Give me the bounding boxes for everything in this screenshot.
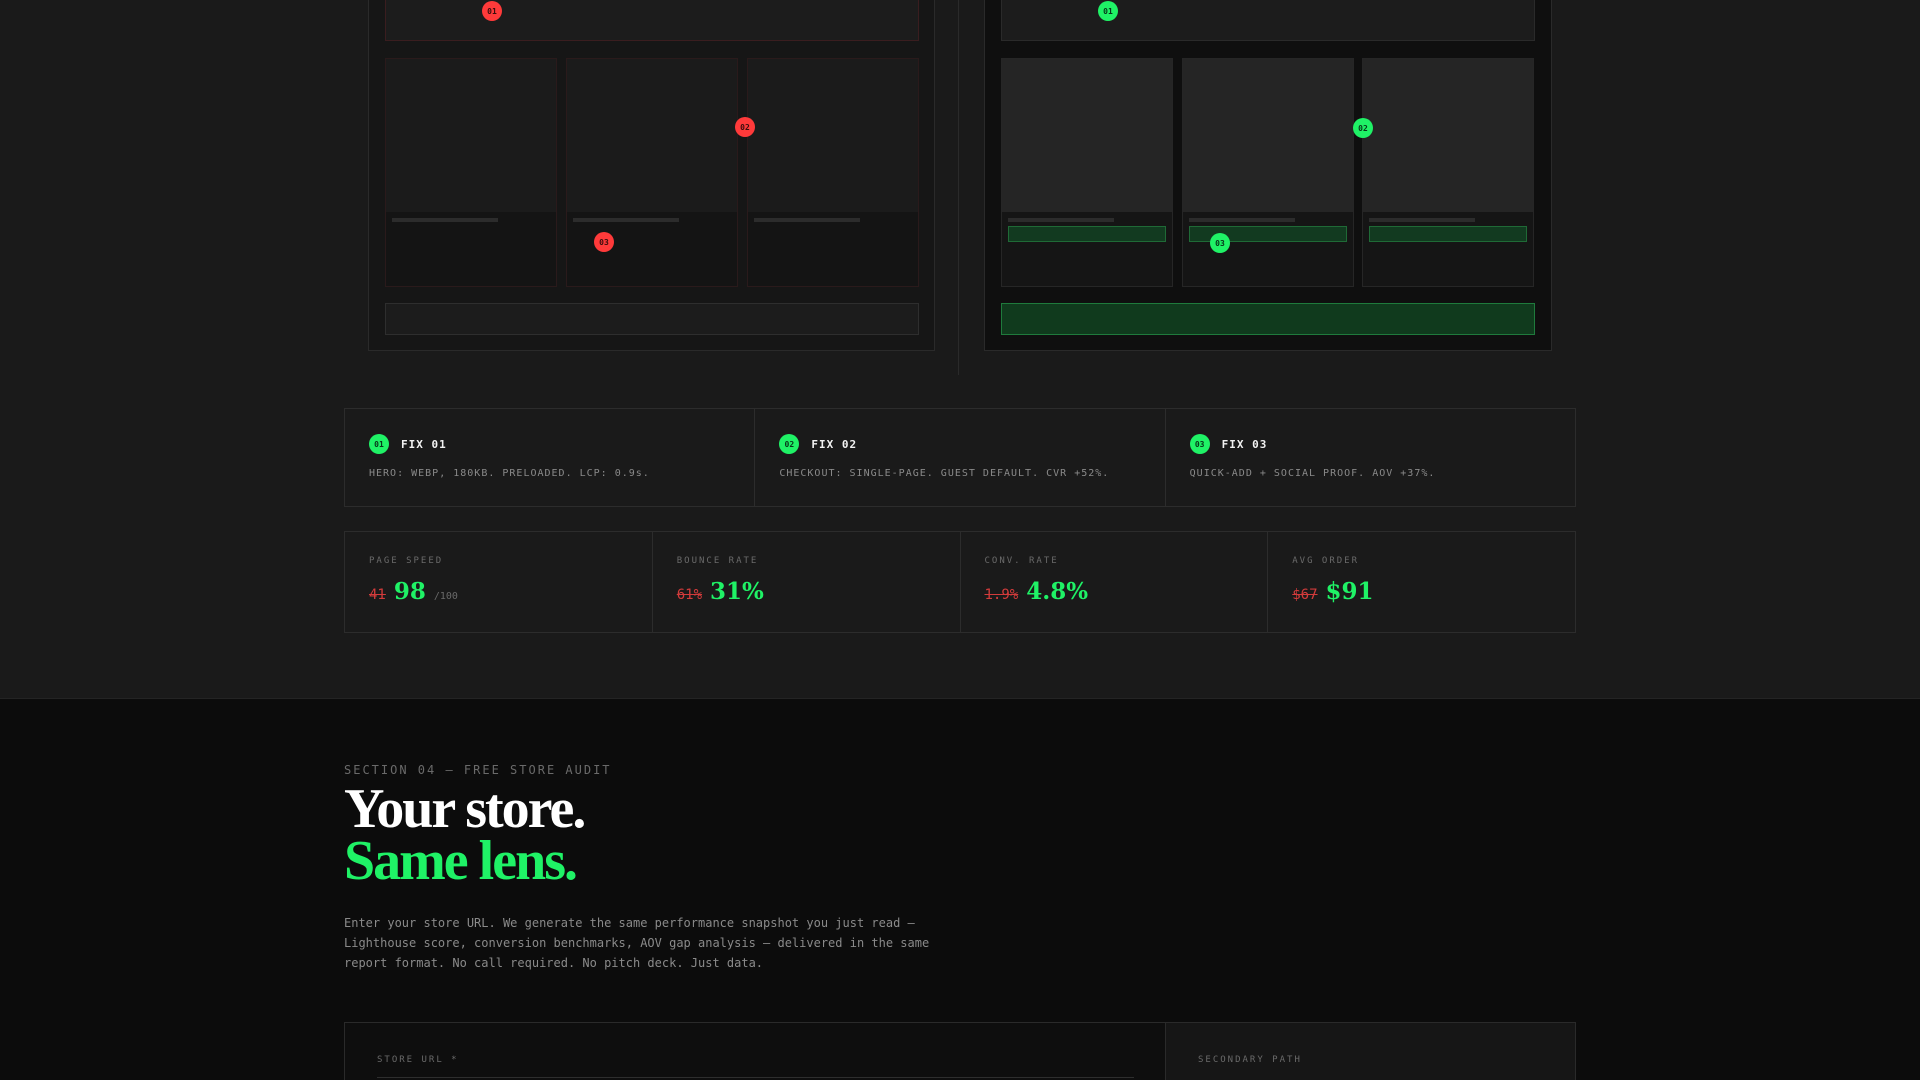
product-image (567, 59, 737, 212)
metric-conv-rate: CONV. RATE 1.9% 4.8% (961, 532, 1269, 632)
metric-label: CONV. RATE (984, 556, 1059, 566)
fix-item: 01 FIX 01 HERO: WEBP, 180KB. PRELOADED. L… (345, 409, 756, 506)
fix-number-badge: 03 (1189, 434, 1210, 454)
after-marker-01: 01 (1098, 1, 1118, 21)
comparison-section: 01 02 03 01 02 03 01 FIX 01 HERO: WEBP, 1… (0, 0, 1920, 698)
metric-new-value: $91 (1325, 578, 1374, 605)
metric-label: AVG ORDER (1292, 556, 1360, 566)
product-image (1002, 59, 1172, 212)
before-product-card (385, 58, 557, 287)
metric-new-value: 31% (710, 578, 764, 605)
fix-title: FIX 01 (401, 437, 447, 451)
fix-item: 02 FIX 02 CHECKOUT: SINGLE-PAGE. GUEST DE… (755, 409, 1166, 506)
after-marker-02: 02 (1353, 118, 1373, 138)
secondary-path: SECONDARY PATH (1166, 1023, 1575, 1080)
store-url-label: STORE URL * (377, 1055, 459, 1065)
before-hero-block (385, 0, 919, 41)
secondary-path-label: SECONDARY PATH (1198, 1055, 1302, 1065)
metrics-list: PAGE SPEED 41 98/100 BOUNCE RATE 61% 31% C… (344, 531, 1576, 633)
after-product-card (1182, 58, 1354, 287)
metric-bounce-rate: BOUNCE RATE 61% 31% (653, 532, 961, 632)
product-image (748, 59, 918, 212)
fix-description: CHECKOUT: SINGLE-PAGE. GUEST DEFAULT. CV… (779, 468, 1110, 479)
after-product-card (1362, 58, 1534, 287)
panel-divider (958, 0, 959, 375)
product-title-line (1369, 218, 1475, 222)
after-checkout-bar (1001, 303, 1535, 335)
after-mockup: 01 02 03 (984, 0, 1552, 351)
after-product-card (1001, 58, 1173, 287)
product-title-line (392, 218, 498, 222)
after-hero-block (1001, 0, 1535, 41)
metric-label: PAGE SPEED (369, 556, 444, 566)
fix-number-badge: 02 (779, 434, 800, 454)
product-image (1183, 59, 1353, 212)
product-image (386, 59, 556, 212)
product-image (1363, 59, 1533, 212)
fixes-list: 01 FIX 01 HERO: WEBP, 180KB. PRELOADED. L… (344, 408, 1576, 507)
before-checkout-bar (385, 303, 919, 335)
before-product-card (566, 58, 738, 287)
metric-new-value: 98 (393, 578, 426, 605)
metric-avg-order: AVG ORDER $67 $91 (1268, 532, 1575, 632)
fix-title: FIX 02 (811, 437, 858, 451)
after-marker-03: 03 (1210, 233, 1230, 253)
before-marker-03: 03 (594, 232, 614, 252)
fix-description: QUICK-ADD + SOCIAL PROOF. AOV +37%. (1189, 468, 1436, 479)
product-title-line (573, 218, 679, 222)
primary-path: STORE URL * (345, 1023, 1166, 1080)
product-title-line (1189, 218, 1295, 222)
before-marker-02: 02 (735, 117, 755, 137)
metric-old-value: 41 (369, 587, 386, 603)
product-title-line (754, 218, 860, 222)
quick-add-button (1008, 226, 1166, 242)
quick-add-button (1369, 226, 1527, 242)
audit-section: SECTION 04 — FREE STORE AUDIT Your store… (0, 698, 1920, 1080)
section-label: SECTION 04 — FREE STORE AUDIT (344, 763, 612, 777)
fix-number-badge: 01 (369, 434, 389, 454)
headline-line-1: Your store. (344, 778, 586, 840)
metric-old-value: $67 (1292, 587, 1318, 603)
intro-paragraph: Enter your store URL. We generate the sa… (344, 916, 930, 970)
metric-old-value: 61% (676, 587, 703, 603)
fix-title: FIX 03 (1221, 437, 1268, 451)
before-marker-01: 01 (482, 1, 502, 21)
audit-form: STORE URL * SECONDARY PATH (344, 1022, 1576, 1080)
metric-old-value: 1.9% (984, 587, 1019, 603)
metric-new-value: 4.8% (1026, 578, 1089, 605)
product-title-line (1008, 218, 1114, 222)
headline-line-2: Same lens. (344, 830, 578, 892)
fix-description: HERO: WEBP, 180KB. PRELOADED. LCP: 0.9s. (369, 468, 650, 479)
before-product-card (747, 58, 919, 287)
before-mockup: 01 02 03 (368, 0, 935, 351)
metric-unit: /100 (433, 591, 458, 602)
fix-item: 03 FIX 03 QUICK-ADD + SOCIAL PROOF. AOV +… (1166, 409, 1575, 506)
metric-page-speed: PAGE SPEED 41 98/100 (345, 532, 653, 632)
metric-label: BOUNCE RATE (676, 556, 759, 566)
